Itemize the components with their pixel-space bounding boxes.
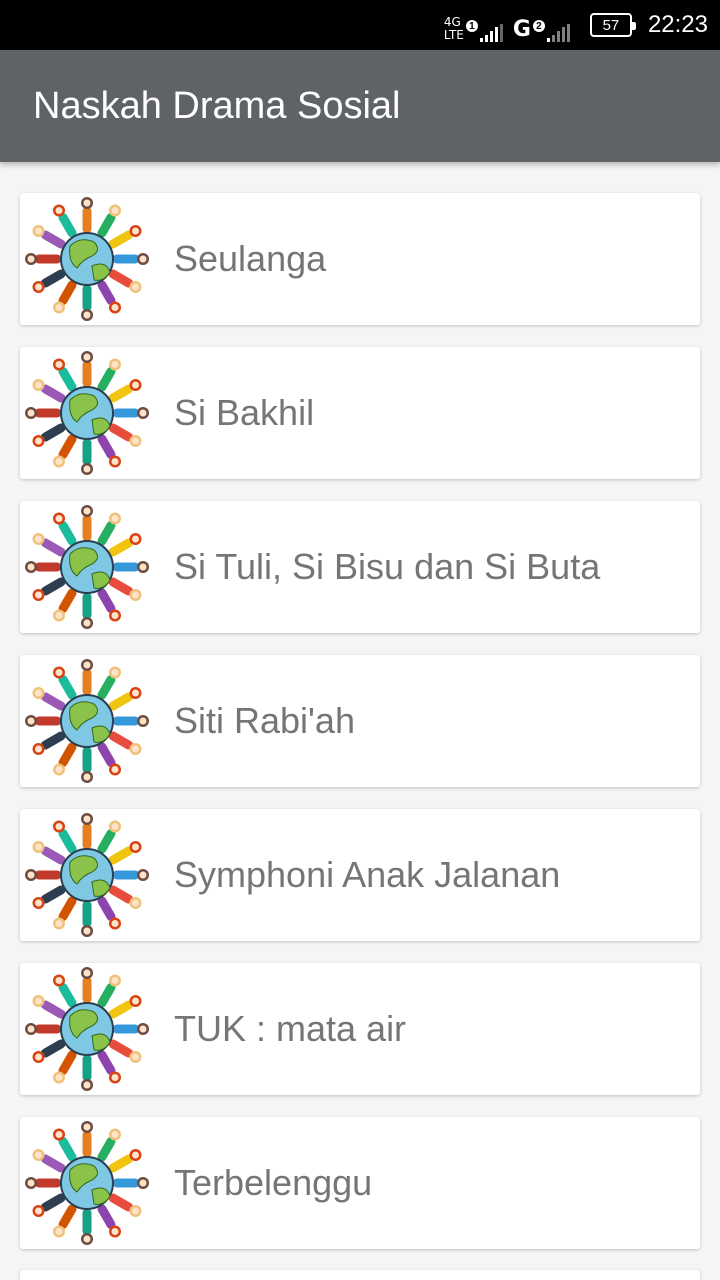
children-globe-icon bbox=[25, 505, 149, 629]
children-globe-icon bbox=[25, 351, 149, 475]
list-item[interactable]: TUK : mata air bbox=[20, 963, 700, 1095]
list-item[interactable]: Seulanga bbox=[20, 193, 700, 325]
list-item-title: Symphoni Anak Jalanan bbox=[174, 854, 561, 895]
clock: 22:23 bbox=[647, 11, 708, 38]
signal-1-icon bbox=[479, 24, 503, 42]
sim1-badge: 1 bbox=[465, 20, 478, 32]
story-list: Seulanga Si Bakhil Si Tuli, Si Bisu dan … bbox=[20, 193, 700, 1271]
list-item[interactable]: Symphoni Anak Jalanan bbox=[20, 809, 700, 941]
children-globe-icon bbox=[25, 813, 149, 937]
list-item[interactable]: Si Tuli, Si Bisu dan Si Buta bbox=[20, 501, 700, 633]
list-item-title: TUK : mata air bbox=[174, 1008, 407, 1049]
network-1: 4G LTE 1 bbox=[444, 8, 503, 42]
battery-level: 57 bbox=[602, 16, 620, 34]
list-item[interactable]: Terbelenggu bbox=[20, 1117, 700, 1249]
children-globe-icon bbox=[25, 659, 149, 783]
children-globe-icon bbox=[25, 1121, 149, 1245]
list-item-title: Seulanga bbox=[174, 238, 327, 279]
list-item[interactable]: Si Bakhil bbox=[20, 347, 700, 479]
children-globe-icon bbox=[25, 197, 149, 321]
list-item-title: Siti Rabi'ah bbox=[174, 700, 355, 741]
children-globe-icon bbox=[25, 967, 149, 1091]
network-lte-label: LTE bbox=[443, 28, 464, 42]
network-g-label: G bbox=[512, 17, 531, 42]
list-item-title: Terbelenggu bbox=[174, 1162, 373, 1203]
sim2-badge: 2 bbox=[532, 20, 545, 32]
signal-2-icon bbox=[546, 24, 570, 42]
list-item-title: Si Bakhil bbox=[174, 392, 315, 433]
network-2: G 2 bbox=[513, 8, 570, 42]
page-title: Naskah Drama Sosial bbox=[33, 84, 401, 127]
list-item-title: Si Tuli, Si Bisu dan Si Buta bbox=[174, 546, 601, 587]
list-item[interactable]: Siti Rabi'ah bbox=[20, 655, 700, 787]
battery-icon: 57 bbox=[589, 13, 636, 37]
app-bar: Naskah Drama Sosial bbox=[0, 50, 720, 162]
status-bar: 4G LTE 1 G 2 57 22:23 bbox=[0, 0, 720, 50]
list-item-partial[interactable] bbox=[20, 1270, 700, 1280]
